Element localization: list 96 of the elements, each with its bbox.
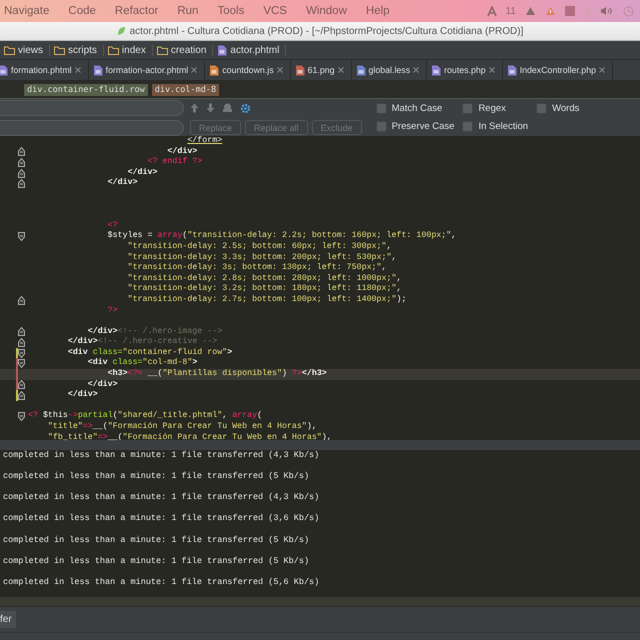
file-tab[interactable]: formation.phtml	[0, 60, 89, 80]
settings-icon[interactable]	[240, 102, 252, 114]
fold-end-icon[interactable]	[18, 158, 25, 167]
close-icon[interactable]	[338, 67, 344, 73]
breadcrumb-item[interactable]: scripts	[50, 44, 104, 56]
breadcrumb-item[interactable]: actor.phtml	[213, 44, 286, 56]
down-arrow-icon[interactable]	[206, 103, 215, 113]
code-line: "transition-delay: 2.5s; bottom: 60px; left: 300px;",	[126, 242, 392, 253]
close-icon[interactable]	[598, 67, 605, 73]
file-tab[interactable]: 61.png	[294, 60, 352, 80]
option-checkbox[interactable]: Words	[536, 103, 580, 114]
option-checkbox[interactable]: Match Case	[376, 103, 454, 114]
menu-item[interactable]: Navigate	[4, 5, 50, 17]
folder-icon	[156, 46, 168, 54]
close-icon[interactable]	[191, 67, 198, 73]
app-logo-icon[interactable]	[486, 6, 497, 16]
fold-start-icon[interactable]	[18, 359, 25, 368]
file-tab[interactable]: routes.php	[431, 60, 503, 80]
code-line: <div class="container-fluid row">	[66, 348, 232, 358]
code-line: <? endif ?>	[146, 157, 202, 168]
close-icon[interactable]	[413, 67, 420, 73]
search-field[interactable]	[0, 100, 184, 116]
folder-icon	[54, 46, 66, 54]
close-icon[interactable]	[74, 67, 81, 73]
code-line: "transition-delay: 3.3s; bottom: 200px; left: 530px;",	[126, 252, 396, 263]
fold-end-icon[interactable]	[18, 179, 25, 188]
breadcrumb-item[interactable]: views	[0, 44, 50, 56]
tool-window-tab[interactable]: fer	[0, 611, 16, 628]
code-line: <h3><?= __("Plantillas disponibles") ?></h3>	[106, 369, 327, 380]
option-checkbox[interactable]: Preserve Case	[376, 121, 454, 132]
code-line: </div>	[166, 146, 198, 157]
folder-icon	[4, 46, 15, 54]
close-icon[interactable]	[276, 67, 283, 73]
warning-icon[interactable]	[545, 6, 556, 16]
fold-end-icon[interactable]	[18, 327, 25, 336]
file-icon	[209, 64, 220, 76]
code-line: <? $this->partial("shared/_title.phtml", array(	[28, 411, 262, 422]
file-tab[interactable]: global.less	[356, 60, 428, 80]
fold-end-icon[interactable]	[18, 147, 25, 156]
notification-count: 11	[506, 6, 516, 16]
volume-icon[interactable]	[600, 6, 614, 16]
code-line: </div><!-- /.hero-image -->	[86, 326, 222, 337]
code-line: "fb_title"=>__("Formación Para Crear Tu Web en 4 Horas"),	[46, 432, 332, 440]
leaf-icon	[116, 26, 126, 36]
code-line: </div>	[66, 390, 98, 401]
code-line: "transition-delay: 3s; bottom: 130px; left: 750px;",	[126, 263, 387, 274]
code-line: <?	[106, 220, 118, 231]
console-line: completed in less than a minute: 1 file transferred (5 Kb/s)	[2, 470, 310, 484]
structure-crumb[interactable]: div.col-md-8	[152, 84, 220, 96]
file-tab[interactable]: IndexController.php	[506, 60, 613, 80]
file-icon	[506, 64, 517, 76]
console-line: completed in less than a minute: 1 file transferred (4,3 Kb/s)	[2, 491, 320, 504]
code-line: </div>	[106, 178, 138, 189]
folder-icon	[108, 46, 119, 54]
structure-crumb[interactable]: div.container-fluid.row	[24, 84, 148, 96]
option-checkbox[interactable]: In Selection	[462, 121, 528, 132]
fold-end-icon[interactable]	[18, 380, 25, 390]
fold-end-icon[interactable]	[18, 296, 25, 305]
file-icon	[356, 64, 366, 76]
breadcrumb-item[interactable]: creation	[152, 44, 214, 56]
code-line: ?>	[106, 306, 118, 316]
console-line: completed in less than a minute: 1 file transferred (5 Kb/s)	[2, 554, 310, 568]
close-icon[interactable]	[488, 67, 495, 73]
fold-end-icon[interactable]	[18, 391, 25, 400]
fold-start-icon[interactable]	[18, 232, 25, 242]
replace-field[interactable]	[0, 120, 184, 136]
option-checkbox[interactable]: Regex	[462, 103, 528, 114]
triangle-icon[interactable]	[525, 6, 536, 16]
file-icon	[431, 64, 442, 76]
breadcrumb-item[interactable]: index	[104, 44, 153, 56]
code-line: "transition-delay: 3.2s; bottom: 180px; left: 1180px;",	[126, 284, 402, 295]
code-line: $styles = array("transition-delay: 2.2s; bottom: 160px; left: 100px;",	[106, 231, 456, 242]
file-tab[interactable]: countdown.js	[209, 60, 291, 80]
fold-start-icon[interactable]	[18, 348, 25, 358]
console-line: completed in less than a minute: 1 file transferred (4,3 Kb/s)	[2, 450, 320, 462]
file-icon	[0, 64, 8, 76]
file-icon	[294, 64, 305, 76]
console-line: completed in less than a minute: 1 file transferred (3,6 Kb/s)	[2, 512, 320, 526]
code-line: "transition-delay: 2.7s; bottom: 100px; left: 1400px;");	[126, 294, 406, 306]
code-line: </div>	[86, 380, 118, 390]
code-line: <div class="col-md-8">	[86, 358, 198, 369]
code-line: </form>	[186, 136, 222, 147]
fold-end-icon[interactable]	[18, 168, 25, 178]
code-line: </div><!-- /.hero-creative -->	[66, 337, 218, 348]
code-line: </div>	[126, 168, 158, 178]
file-tab[interactable]: formation-actor.phtml	[92, 60, 206, 80]
file-icon	[92, 64, 103, 76]
code-line: "title"=>__("Formación Para Crear Tu Web en 4 Horas"),	[46, 422, 317, 433]
window-title: actor.phtml - Cultura Cotidiana (PROD) - [~/PhpstormProjects/Cultura Cotidiana (PROD)]	[130, 26, 524, 36]
up-arrow-icon[interactable]	[190, 103, 199, 113]
console-line: completed in less than a minute: 1 file transferred (5 Kb/s)	[2, 534, 310, 547]
code-line: "transition-delay: 2.8s; bottom: 280px; left: 1000px;",	[126, 274, 402, 284]
file-icon	[217, 44, 228, 56]
fold-end-icon[interactable]	[18, 338, 25, 348]
fold-start-icon[interactable]	[18, 412, 25, 422]
console-line: completed in less than a minute: 1 file transferred (5,6 Kb/s)	[2, 576, 320, 589]
